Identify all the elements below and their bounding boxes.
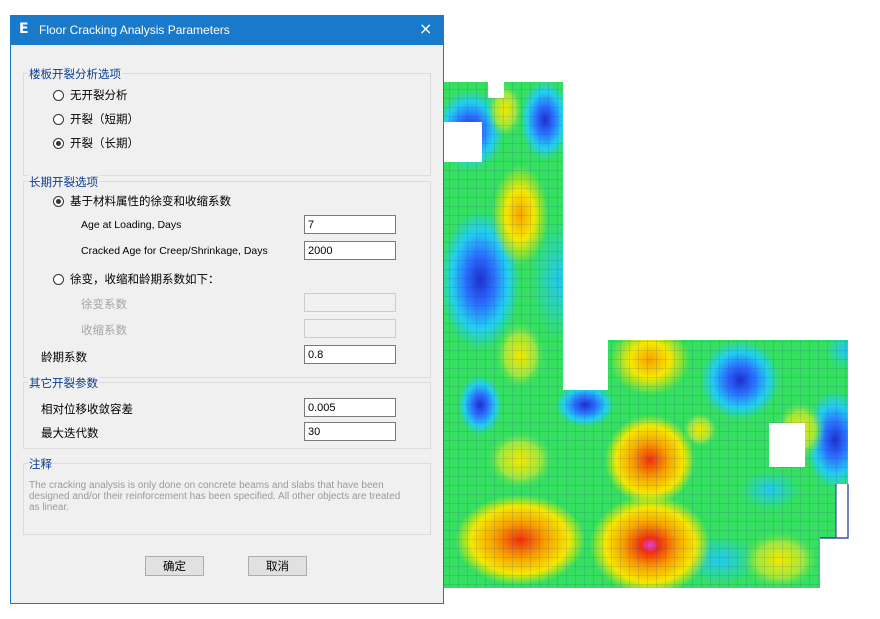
creep-coefficient-input — [304, 293, 396, 312]
group-legend: 注释 — [28, 456, 53, 472]
title-bar: E Floor Cracking Analysis Parameters × — [11, 16, 443, 45]
radio-circle-selected[interactable] — [53, 195, 64, 207]
opening — [444, 122, 482, 162]
tolerance-label: 相对位移收敛容差 — [41, 402, 133, 416]
dialog-title: Floor Cracking Analysis Parameters — [39, 23, 230, 37]
radio-circle[interactable] — [53, 273, 64, 285]
floor-cracking-dialog: E Floor Cracking Analysis Parameters × 楼… — [10, 15, 444, 604]
max-iterations-input[interactable]: 30 — [304, 422, 396, 441]
cracked-age-label: Cracked Age for Creep/Shrinkage, Days — [81, 245, 268, 257]
close-icon[interactable]: × — [419, 20, 432, 38]
notes-text: The cracking analysis is only done on co… — [29, 480, 401, 513]
radio-circle[interactable] — [53, 89, 64, 101]
opening — [769, 423, 805, 467]
radio-long-term[interactable]: 开裂（长期） — [53, 135, 139, 151]
group-legend: 其它开裂参数 — [28, 375, 99, 391]
radio-label: 开裂（长期） — [70, 136, 139, 150]
radio-short-term[interactable]: 开裂（短期） — [53, 111, 139, 127]
radio-circle-selected[interactable] — [53, 137, 64, 149]
radio-label: 基于材料属性的徐变和收缩系数 — [70, 194, 231, 208]
radio-label: 无开裂分析 — [70, 88, 128, 102]
app-logo-icon: E — [19, 21, 29, 37]
opening — [836, 484, 848, 538]
aging-coefficient-input[interactable]: 0.8 — [304, 345, 396, 364]
max-iterations-label: 最大迭代数 — [41, 426, 99, 440]
age-at-loading-label: Age at Loading, Days — [81, 219, 182, 231]
cracked-age-input[interactable]: 2000 — [304, 241, 396, 260]
opening — [488, 82, 504, 98]
radio-custom-coefficients[interactable]: 徐变，收缩和龄期系数如下： — [53, 271, 220, 287]
group-legend: 长期开裂选项 — [28, 174, 99, 190]
group-legend: 楼板开裂分析选项 — [28, 66, 122, 82]
cracking-options-group: 楼板开裂分析选项 无开裂分析 开裂（短期） 开裂（长期） — [23, 66, 431, 176]
creep-coefficient-label: 徐变系数 — [81, 297, 127, 311]
radio-circle[interactable] — [53, 113, 64, 125]
radio-label: 徐变，收缩和龄期系数如下： — [70, 272, 220, 286]
long-term-options-group: 长期开裂选项 基于材料属性的徐变和收缩系数 Age at Loading, Da… — [23, 174, 431, 378]
other-cracking-params-group: 其它开裂参数 相对位移收敛容差 0.005 最大迭代数 30 — [23, 375, 431, 449]
shrinkage-coefficient-label: 收缩系数 — [81, 323, 127, 337]
radio-no-cracking[interactable]: 无开裂分析 — [53, 87, 128, 103]
radio-label: 开裂（短期） — [70, 112, 139, 126]
aging-coefficient-label: 龄期系数 — [41, 350, 87, 364]
radio-material-coefficients[interactable]: 基于材料属性的徐变和收缩系数 — [53, 193, 231, 209]
age-at-loading-input[interactable]: 7 — [304, 215, 396, 234]
cancel-button[interactable]: 取消 — [248, 556, 307, 576]
shrinkage-coefficient-input — [304, 319, 396, 338]
tolerance-input[interactable]: 0.005 — [304, 398, 396, 417]
ok-button[interactable]: 确定 — [145, 556, 204, 576]
contour-fill — [444, 82, 848, 588]
